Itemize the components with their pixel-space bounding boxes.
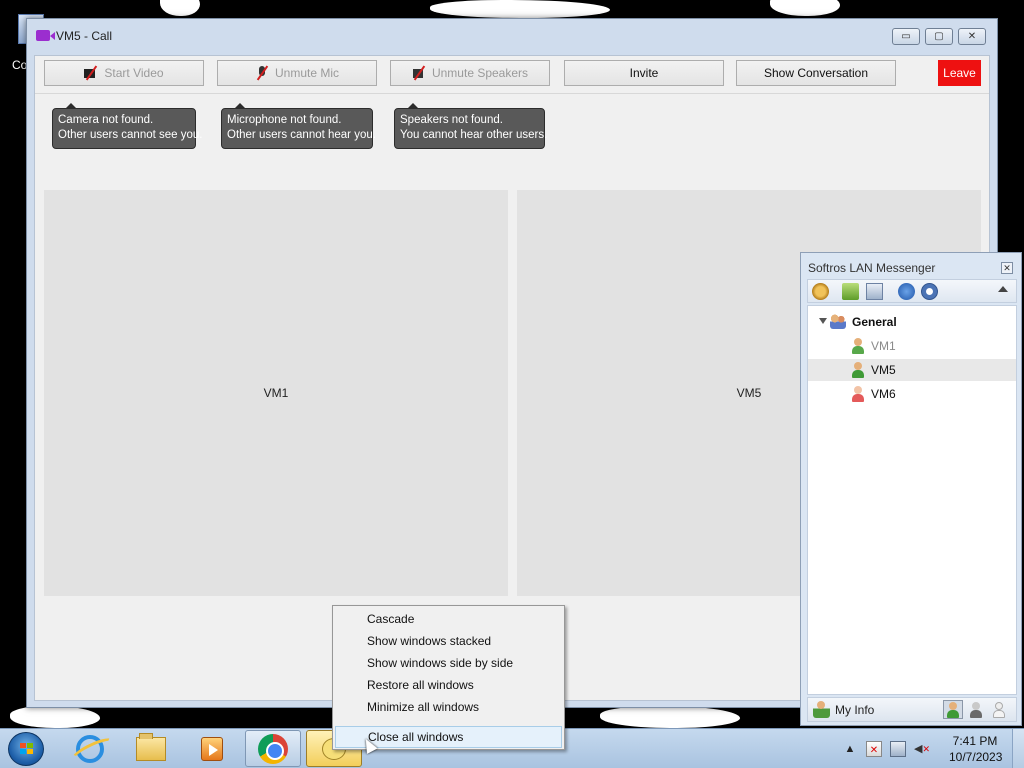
status-online-button[interactable] — [943, 700, 963, 719]
tooltip-line: Other users cannot hear you. — [227, 129, 376, 141]
action-center-icon[interactable]: ✕ — [866, 741, 882, 757]
contact-row-vm1[interactable]: VM1 — [808, 335, 1016, 357]
start-video-button[interactable]: Start Video — [44, 60, 204, 86]
video-pane-left[interactable]: VM1 — [44, 190, 508, 596]
participant-name: VM1 — [263, 386, 289, 400]
unmute-mic-label: Unmute Mic — [274, 66, 339, 80]
help-icon[interactable] — [898, 283, 915, 300]
internet-explorer-button[interactable] — [62, 730, 118, 767]
settings-icon[interactable] — [812, 283, 829, 300]
chrome-button[interactable] — [245, 730, 301, 767]
participant-name: VM5 — [736, 386, 762, 400]
unmute-speakers-button[interactable]: Unmute Speakers — [390, 60, 550, 86]
history-icon[interactable] — [866, 283, 883, 300]
user-online-icon — [852, 362, 864, 378]
tooltip-line: Microphone not found. — [227, 114, 342, 126]
menu-item-restore-all[interactable]: Restore all windows — [335, 674, 562, 696]
maximize-button[interactable]: ▢ — [925, 28, 953, 45]
maximize-icon: ▢ — [934, 31, 944, 42]
start-video-label: Start Video — [104, 66, 164, 80]
desktop-wallpaper-shape — [770, 0, 840, 16]
show-desktop-button[interactable] — [1012, 729, 1024, 768]
user-offline-icon — [852, 338, 864, 354]
file-explorer-button[interactable] — [123, 730, 179, 767]
minimize-button[interactable]: ▭ — [892, 28, 920, 45]
mic-off-icon — [255, 65, 269, 81]
speaker-off-icon — [412, 65, 426, 81]
media-player-icon — [201, 736, 223, 761]
clock-date[interactable]: 10/7/2023 — [949, 750, 1002, 764]
desktop-wallpaper-shape — [430, 0, 610, 18]
call-toolbar: Start Video Unmute Mic Unmute Speakers I… — [35, 56, 989, 94]
camera-not-found-tooltip: Camera not found. Other users cannot see… — [52, 103, 203, 149]
tooltip-line: Other users cannot see you. — [58, 129, 203, 141]
mic-not-found-tooltip: Microphone not found. Other users cannot… — [221, 103, 376, 149]
my-info-button[interactable]: My Info — [835, 703, 874, 717]
video-off-icon — [84, 65, 98, 81]
contact-row-vm5[interactable]: VM5 — [808, 359, 1016, 381]
contact-name: VM6 — [871, 387, 896, 401]
media-player-button[interactable] — [184, 730, 240, 767]
contact-name: VM1 — [871, 339, 896, 353]
group-general[interactable]: General — [808, 311, 1016, 333]
speakers-not-found-tooltip: Speakers not found. You cannot hear othe… — [394, 103, 548, 149]
messenger-toolbar — [807, 279, 1017, 303]
file-explorer-icon — [136, 732, 166, 761]
menu-item-cascade[interactable]: Cascade — [335, 608, 562, 630]
tooltip-line: You cannot hear other users. — [400, 129, 548, 141]
contact-list: General VM1 VM5 VM6 — [807, 305, 1017, 695]
taskbar-context-menu: Cascade Show windows stacked Show window… — [332, 605, 565, 750]
network-icon[interactable] — [890, 741, 906, 757]
minimize-icon: ▭ — [901, 31, 911, 42]
menu-item-minimize-all[interactable]: Minimize all windows — [335, 696, 562, 718]
info-icon[interactable] — [921, 283, 938, 300]
user-busy-icon — [852, 386, 864, 402]
desktop-wallpaper-shape — [10, 706, 100, 728]
call-window-title: VM5 - Call — [56, 29, 113, 43]
group-icon — [830, 314, 846, 329]
messenger-status-bar: My Info — [807, 697, 1017, 722]
invite-button[interactable]: Invite — [564, 60, 724, 86]
desktop-wallpaper-shape — [160, 0, 200, 16]
group-label: General — [852, 315, 897, 329]
chrome-icon — [258, 733, 288, 764]
menu-item-side-by-side[interactable]: Show windows side by side — [335, 652, 562, 674]
windows-logo-icon — [20, 743, 33, 755]
my-info-icon[interactable] — [813, 701, 830, 718]
status-away-icon — [970, 702, 982, 718]
desktop-wallpaper-shape — [600, 706, 740, 728]
show-conversation-button[interactable]: Show Conversation — [736, 60, 896, 86]
unmute-speakers-label: Unmute Speakers — [431, 66, 529, 80]
add-folder-icon[interactable] — [842, 283, 859, 300]
leave-button[interactable]: Leave — [938, 60, 981, 86]
show-hidden-icons-button[interactable]: ▲ — [842, 741, 858, 757]
messenger-title: Softros LAN Messenger — [808, 261, 936, 275]
collapse-icon[interactable] — [998, 286, 1008, 292]
internet-explorer-icon — [76, 734, 104, 763]
video-camera-icon — [36, 30, 55, 41]
messenger-close-button[interactable]: ✕ — [1001, 262, 1013, 274]
volume-muted-icon[interactable]: ◀✕ — [914, 741, 930, 757]
tooltip-line: Camera not found. — [58, 114, 154, 126]
status-online-icon — [947, 702, 959, 718]
status-offline-icon — [993, 702, 1005, 718]
clock-time[interactable]: 7:41 PM — [949, 734, 1001, 748]
close-icon: ✕ — [967, 31, 977, 42]
tooltip-line: Speakers not found. — [400, 114, 503, 126]
status-offline-button[interactable] — [989, 700, 1009, 719]
start-button[interactable] — [8, 732, 44, 766]
contact-name: VM5 — [871, 363, 896, 377]
call-window-titlebar[interactable]: VM5 - Call ▭ ▢ ✕ — [27, 19, 997, 55]
menu-item-show-stacked[interactable]: Show windows stacked — [335, 630, 562, 652]
close-button[interactable]: ✕ — [958, 28, 986, 45]
status-away-button[interactable] — [966, 700, 986, 719]
expand-arrow-icon[interactable] — [819, 318, 827, 324]
contact-row-vm6[interactable]: VM6 — [808, 383, 1016, 405]
messenger-window: Softros LAN Messenger ✕ General VM1 VM5 … — [800, 252, 1022, 726]
unmute-mic-button[interactable]: Unmute Mic — [217, 60, 377, 86]
